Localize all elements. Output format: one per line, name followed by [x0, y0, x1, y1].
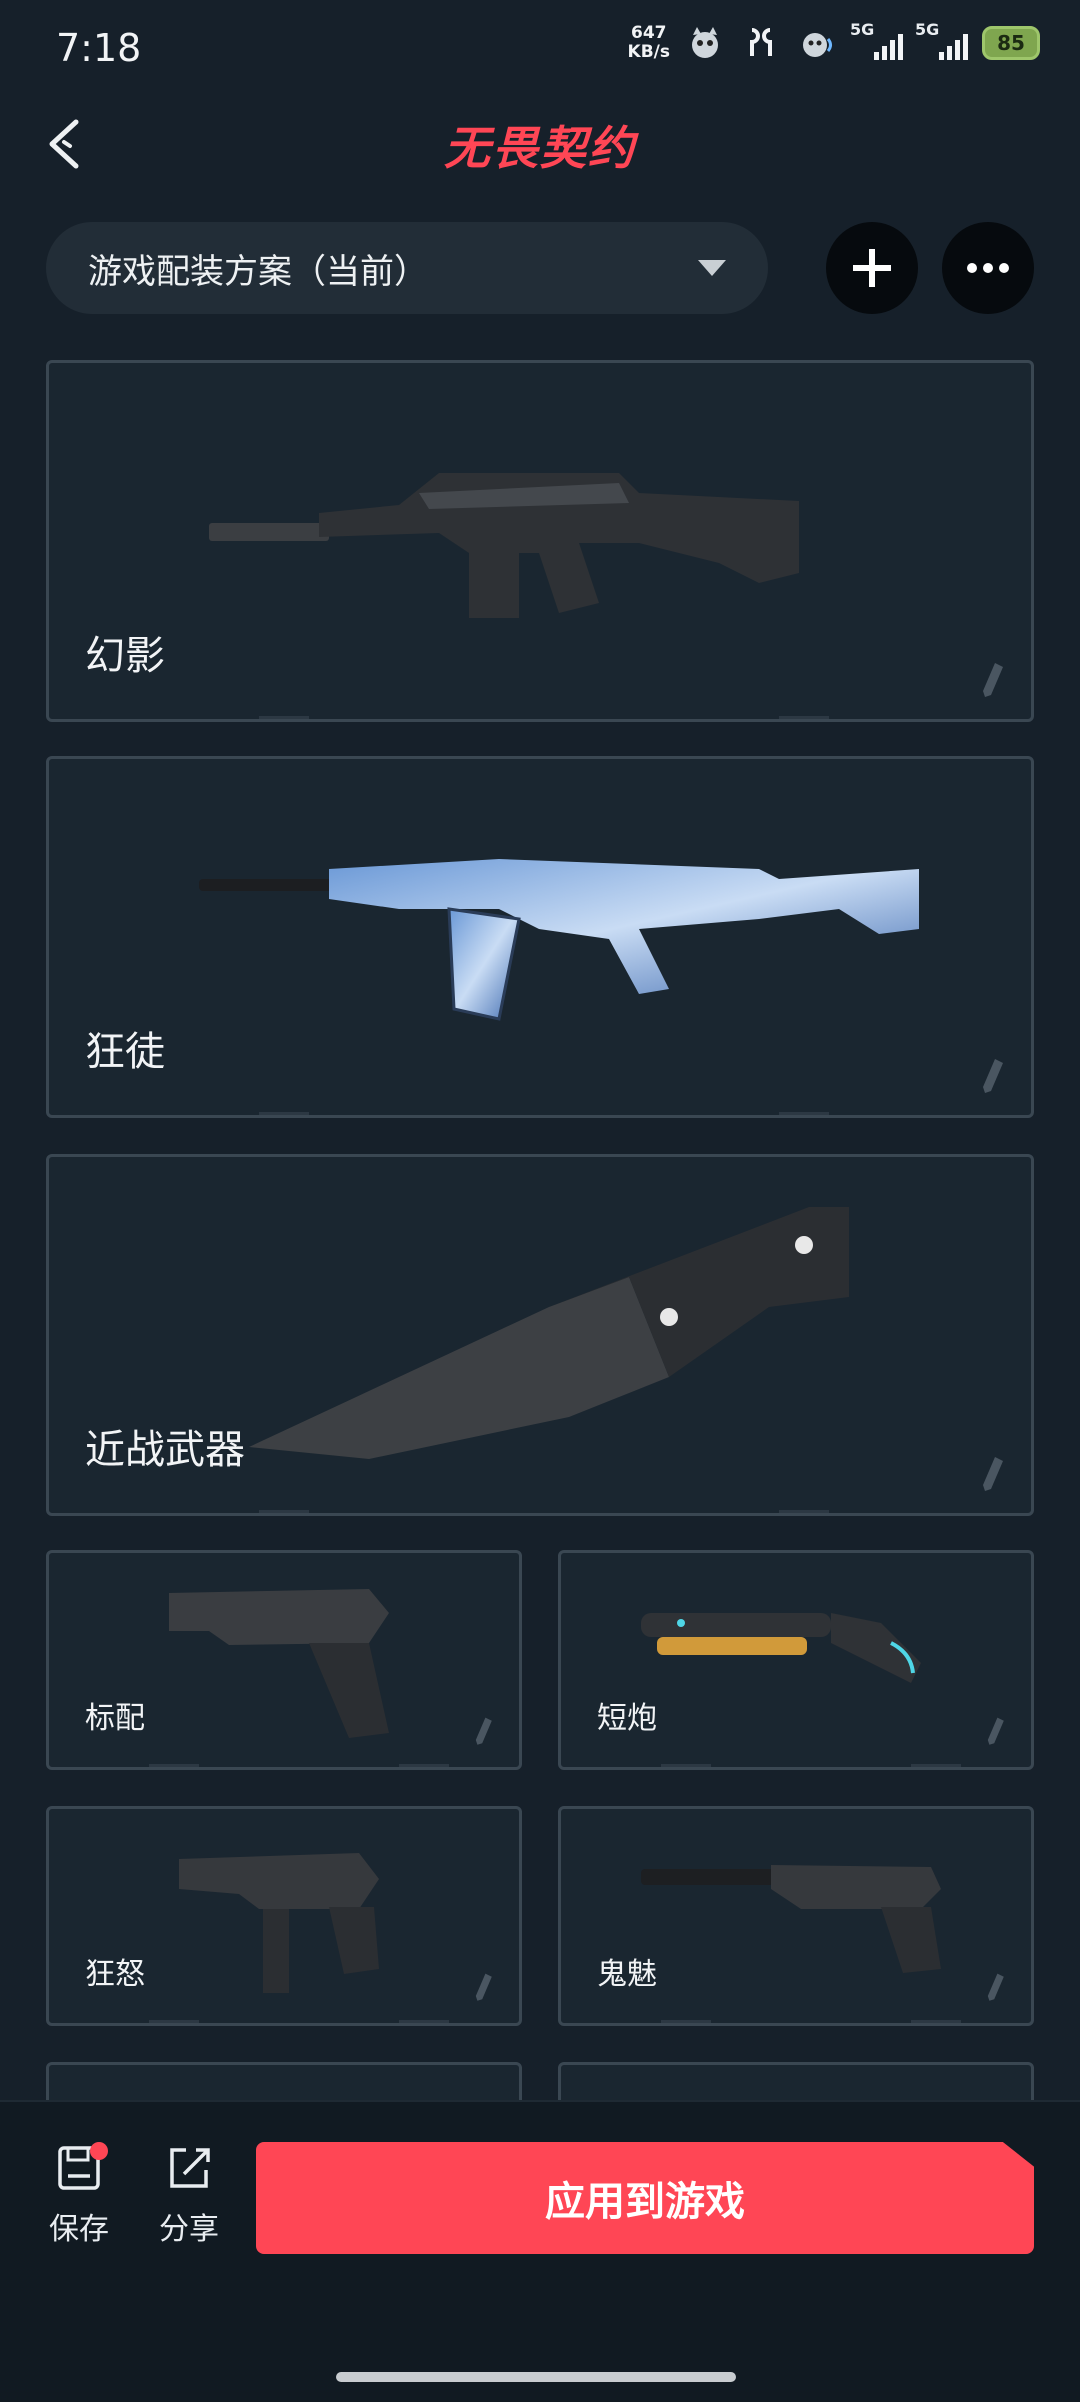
weapon-card-phantom[interactable]: 幻影: [46, 360, 1034, 722]
cat-app-icon: [684, 22, 726, 64]
weapon-name-classic: 标配: [85, 1701, 145, 1736]
sim2-label: 5G: [915, 20, 940, 39]
weapon-name-shorty: 短炮: [597, 1701, 657, 1736]
weapon-name-phantom: 幻影: [85, 633, 165, 679]
weapon-card-melee[interactable]: 近战武器: [46, 1154, 1034, 1516]
home-indicator[interactable]: [336, 2372, 736, 2382]
network-speed: 647 KB/s: [628, 24, 670, 62]
sim1-label: 5G: [850, 20, 875, 39]
save-label: 保存: [49, 2212, 109, 2247]
edit-pencil-icon: [987, 1717, 1004, 1745]
status-icons: 647 KB/s 5G 5G 85: [628, 20, 1040, 64]
save-button[interactable]: 保存: [34, 2142, 124, 2248]
apply-to-game-button[interactable]: 应用到游戏: [256, 2142, 1034, 2254]
melee-knife-image: [249, 1207, 849, 1459]
bottom-action-bar: 保存 分享 应用到游戏: [0, 2100, 1080, 2402]
weapon-card-classic[interactable]: 标配: [46, 1550, 522, 1770]
battery-indicator: 85: [982, 26, 1040, 60]
add-loadout-button[interactable]: [826, 222, 918, 314]
plus-icon: [853, 249, 891, 287]
share-button[interactable]: 分享: [144, 2142, 234, 2248]
weapon-card-frenzy[interactable]: 狂怒: [46, 1806, 522, 2026]
app-title: 无畏契约: [444, 121, 636, 175]
loadout-selected-label: 游戏配装方案（当前）: [88, 251, 428, 292]
weapon-card-ghost[interactable]: 鬼魅: [558, 1806, 1034, 2026]
status-bar: 7:18 647 KB/s 5G 5G 85: [0, 0, 1080, 96]
weapon-card-vandal[interactable]: 狂徒: [46, 756, 1034, 1118]
edit-pencil-icon: [983, 663, 1003, 697]
earbuds-icon: [740, 22, 782, 64]
frenzy-pistol-image: [179, 1853, 379, 1993]
weapon-name-vandal: 狂徒: [85, 1029, 165, 1075]
cat-sound-icon: [796, 22, 838, 64]
edit-pencil-icon: [987, 1973, 1004, 2001]
network-speed-value: 647: [631, 23, 667, 43]
app-header: 无畏契约: [0, 96, 1080, 190]
unsaved-dot-badge: [90, 2142, 108, 2160]
edit-pencil-icon: [475, 1973, 492, 2001]
vandal-magazine: [447, 907, 521, 1021]
weapon-name-frenzy: 狂怒: [85, 1957, 145, 1992]
signal-sim1-icon: 5G: [850, 20, 903, 60]
phantom-skin-image: [209, 473, 799, 618]
edit-pencil-icon: [983, 1059, 1003, 1093]
edit-pencil-icon: [475, 1717, 492, 1745]
network-speed-unit: KB/s: [627, 42, 670, 62]
signal-sim2-icon: 5G: [915, 20, 968, 60]
vandal-skin-image: [329, 859, 919, 994]
weapon-card-shorty[interactable]: 短炮: [558, 1550, 1034, 1770]
weapon-name-ghost: 鬼魅: [597, 1957, 657, 1992]
weapon-name-melee: 近战武器: [85, 1427, 245, 1473]
more-icon: [967, 263, 1009, 273]
edit-pencil-icon: [983, 1457, 1003, 1491]
status-time: 7:18: [56, 26, 142, 70]
more-options-button[interactable]: [942, 222, 1034, 314]
loadout-dropdown[interactable]: 游戏配装方案（当前）: [46, 222, 768, 314]
ghost-pistol-image: [641, 1865, 941, 1973]
shorty-skin-image: [641, 1613, 921, 1683]
vandal-barrel: [199, 879, 339, 891]
share-label: 分享: [159, 2212, 219, 2247]
chevron-down-icon: [698, 260, 726, 276]
share-icon: [170, 2148, 210, 2188]
classic-pistol-image: [169, 1589, 389, 1738]
